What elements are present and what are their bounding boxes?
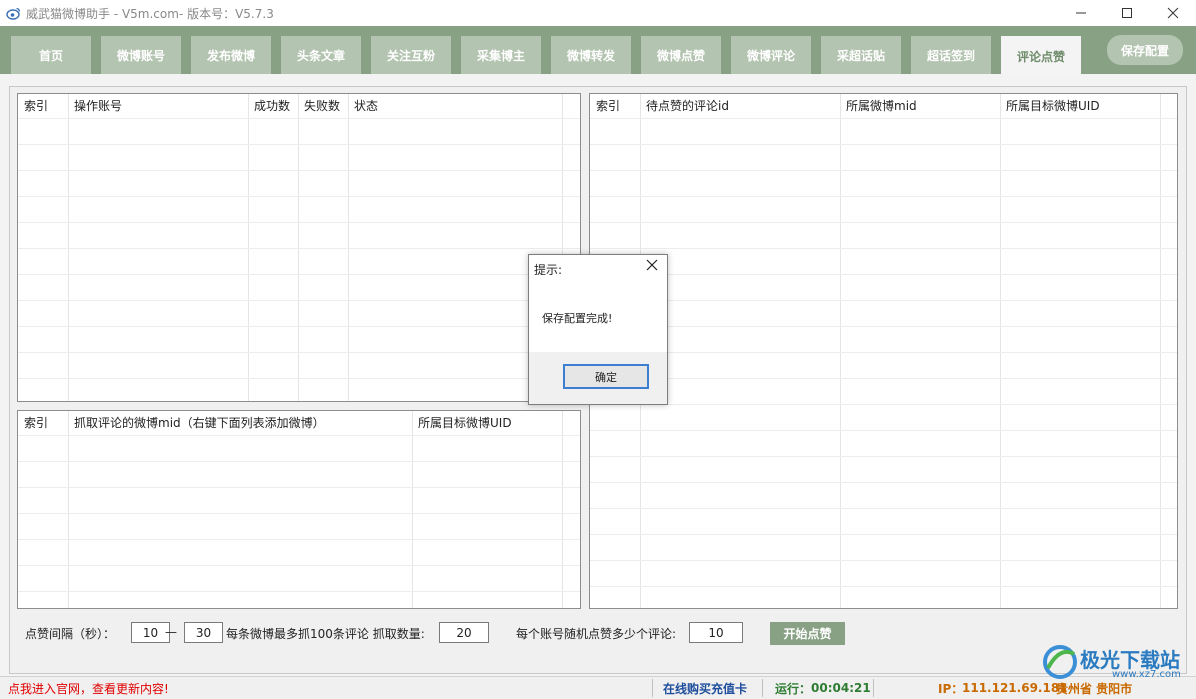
buy-card-link[interactable]: 在线购买充值卡 [663, 677, 747, 699]
dialog-message: 保存配置完成! [542, 312, 613, 325]
ip-label: IP： [938, 681, 964, 696]
aurora-logo-icon [1043, 645, 1077, 679]
tab-repost[interactable]: 微博转发 [551, 36, 631, 74]
tab-publish-weibo[interactable]: 发布微博 [191, 36, 271, 74]
column-header[interactable]: 索引 [596, 94, 620, 116]
close-icon [646, 259, 658, 271]
column-header[interactable]: 操作账号 [74, 94, 122, 116]
tab-follow[interactable]: 关注互粉 [371, 36, 451, 74]
official-site-link[interactable]: 点我进入官网，查看更新内容! [8, 677, 169, 699]
column-header[interactable]: 所属目标微博UID [1006, 94, 1100, 116]
watermark: 极光下载站 www.xz7.com [1040, 642, 1190, 682]
interval-max-input[interactable]: 30 [184, 622, 223, 643]
column-header[interactable]: 待点赞的评论id [646, 94, 729, 116]
runtime-value: 00:04:21 [811, 681, 871, 695]
close-button[interactable] [1150, 0, 1196, 26]
tab-bar: 首页 微博账号 发布微博 头条文章 关注互粉 采集博主 微博转发 微博点赞 微博… [0, 26, 1196, 76]
column-header[interactable]: 成功数 [254, 94, 290, 116]
runtime-label: 运行： [775, 681, 812, 696]
save-config-button[interactable]: 保存配置 [1107, 35, 1183, 65]
column-header[interactable]: 所属微博mid [846, 94, 917, 116]
column-header[interactable]: 抓取评论的微博mid（右键下面列表添加微博） [74, 411, 325, 433]
close-icon [1167, 7, 1179, 19]
dialog-footer: 确定 [529, 352, 667, 404]
interval-label: 点赞间隔（秒）： [25, 627, 116, 641]
accounts-grid[interactable]: 索引 操作账号 成功数 失败数 状态 [17, 93, 581, 402]
tab-comment[interactable]: 微博评论 [731, 36, 811, 74]
column-header[interactable]: 状态 [354, 94, 378, 116]
column-header[interactable]: 失败数 [304, 94, 340, 116]
minimize-icon [1076, 12, 1086, 14]
tab-supertopic-posts[interactable]: 采超话贴 [821, 36, 901, 74]
maximize-icon [1122, 8, 1132, 18]
comments-grid[interactable]: 索引 待点赞的评论id 所属微博mid 所属目标微博UID [589, 93, 1178, 609]
window-title: 威武猫微博助手 - V5m.com- 版本号：V5.7.3 [26, 7, 274, 21]
tab-headline-articles[interactable]: 头条文章 [281, 36, 361, 74]
start-like-button[interactable]: 开始点赞 [770, 622, 845, 645]
tab-collect-bloggers[interactable]: 采集博主 [461, 36, 541, 74]
message-dialog: 提示: 保存配置完成! 确定 [528, 254, 668, 405]
status-bar: 点我进入官网，查看更新内容! 在线购买充值卡 运行： 00:04:21 IP： … [0, 676, 1196, 698]
dialog-ok-button[interactable]: 确定 [563, 364, 649, 389]
title-bar: 威武猫微博助手 - V5m.com- 版本号：V5.7.3 [0, 0, 1196, 26]
tab-home[interactable]: 首页 [11, 36, 91, 74]
tab-like[interactable]: 微博点赞 [641, 36, 721, 74]
per-account-input[interactable]: 10 [689, 622, 743, 643]
interval-dash: — [165, 625, 177, 639]
minimize-button[interactable] [1058, 0, 1104, 26]
fetch-count-label: 每条微博最多抓100条评论 抓取数量: [226, 627, 425, 641]
watermark-url: www.xz7.com [1112, 669, 1181, 680]
tab-supertopic-checkin[interactable]: 超话签到 [911, 36, 991, 74]
column-header[interactable]: 索引 [24, 411, 48, 433]
maximize-button[interactable] [1104, 0, 1150, 26]
tab-weibo-accounts[interactable]: 微博账号 [101, 36, 181, 74]
dialog-title: 提示: [534, 263, 563, 277]
column-header[interactable]: 所属目标微博UID [418, 411, 512, 433]
controls-panel: 点赞间隔（秒）： 10 — 30 每条微博最多抓100条评论 抓取数量: 20 … [9, 607, 1187, 657]
dialog-close-button[interactable] [645, 258, 659, 276]
app-window: 威武猫微博助手 - V5m.com- 版本号：V5.7.3 首页 微博账号 发布… [0, 0, 1196, 698]
fetch-count-input[interactable]: 20 [439, 622, 489, 643]
weibo-grid[interactable]: 索引 抓取评论的微博mid（右键下面列表添加微博） 所属目标微博UID [17, 410, 581, 609]
per-account-label: 每个账号随机点赞多少个评论: [516, 627, 677, 641]
weibo-logo-icon [6, 7, 21, 20]
column-header[interactable]: 索引 [24, 94, 48, 116]
tab-comment-like[interactable]: 评论点赞 [1001, 36, 1081, 76]
